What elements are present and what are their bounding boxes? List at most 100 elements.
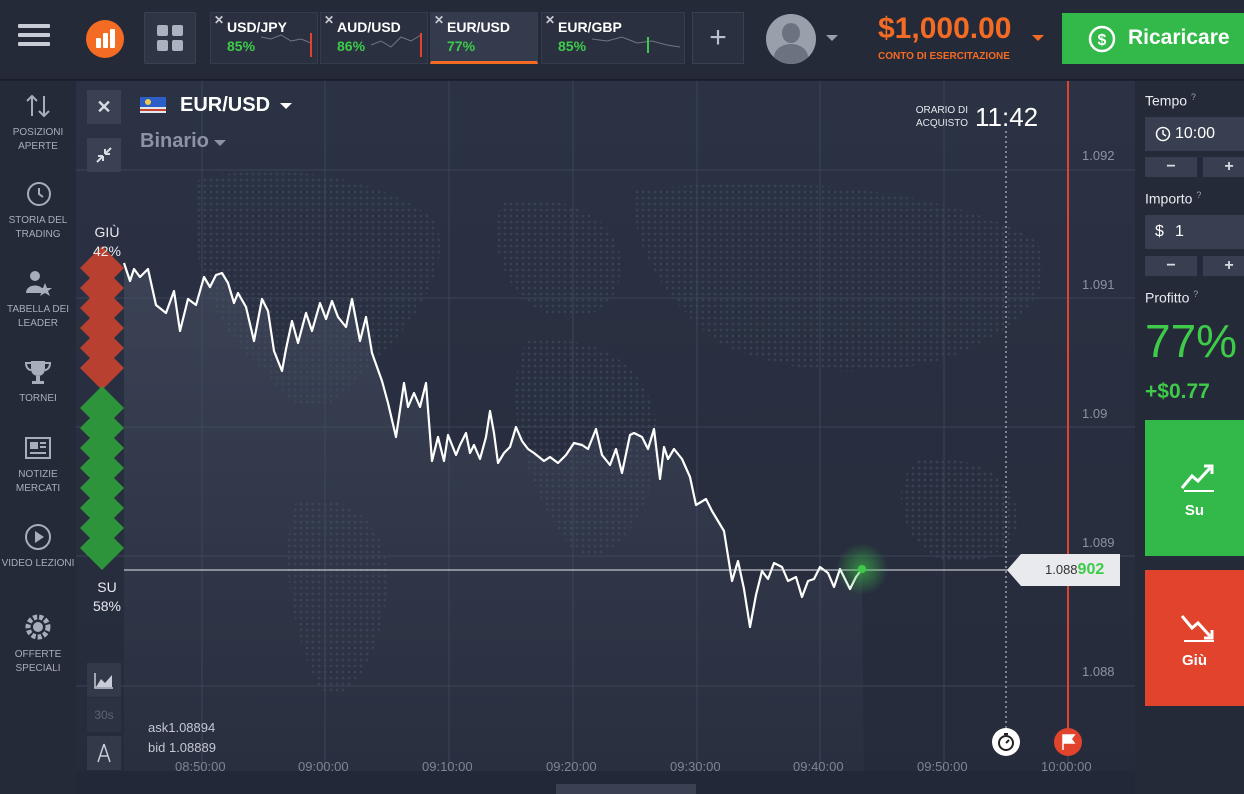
- timeframe-button[interactable]: 30s: [87, 698, 121, 732]
- collapse-icon[interactable]: [87, 138, 121, 172]
- drawing-tool-icon[interactable]: [87, 736, 121, 770]
- add-asset-button[interactable]: +: [692, 12, 744, 64]
- sentiment-up-label: SU: [97, 579, 117, 595]
- recharge-label: Ricaricare: [1128, 26, 1230, 49]
- profit-label: Profitto ?: [1145, 289, 1199, 306]
- currency-symbol: $: [1155, 223, 1164, 240]
- option-type-selector[interactable]: Binario: [140, 130, 209, 153]
- recharge-button[interactable]: $ Ricaricare: [1062, 13, 1244, 64]
- balance-amount[interactable]: $1,000.00: [878, 12, 1011, 46]
- amount-decrease-button[interactable]: −: [1145, 256, 1197, 276]
- sparkline-icon: [371, 33, 422, 57]
- expiry-label: ORARIO DI ACQUISTO: [915, 105, 968, 129]
- sentiment-up-pct: 58%: [92, 598, 122, 614]
- chart-area[interactable]: [76, 81, 1135, 794]
- grid-view-icon[interactable]: [144, 12, 196, 64]
- y-tick: 1.091: [1082, 277, 1115, 292]
- clock-icon: [1155, 126, 1171, 142]
- trend-down-icon: [1180, 615, 1214, 642]
- time-decrease-button[interactable]: −: [1145, 157, 1197, 177]
- close-chart-button[interactable]: ✕: [87, 90, 121, 124]
- x-tick: 09:20:00: [546, 759, 597, 774]
- x-tick: 09:00:00: [298, 759, 349, 774]
- y-tick: 1.09: [1082, 406, 1108, 421]
- finish-flag-icon: [1054, 728, 1082, 756]
- up-label: Su: [1184, 502, 1205, 519]
- expiry-time: 11:42: [975, 102, 1039, 132]
- sparkline-icon: [261, 33, 312, 57]
- y-tick: 1.088: [1082, 664, 1115, 679]
- price-suffix: 902: [1077, 561, 1105, 578]
- close-icon[interactable]: ✕: [545, 13, 555, 27]
- trophy-icon: [24, 361, 52, 384]
- account-type-label: CONTO DI ESERCITAZIONE: [878, 51, 1010, 62]
- put-down-button[interactable]: Giù: [1145, 570, 1244, 706]
- sidebar-item-label: TORNEI: [19, 393, 57, 404]
- chart-type-icon[interactable]: [87, 663, 121, 697]
- down-label: Giù: [1182, 652, 1207, 669]
- x-tick: 09:50:00: [917, 759, 968, 774]
- asset-tab-payout: 86%: [337, 38, 366, 54]
- close-icon[interactable]: ✕: [434, 13, 444, 27]
- sidebar-item-label: NOTIZIE MERCATI: [15, 469, 61, 494]
- sentiment-down-label: GIÙ: [94, 224, 120, 240]
- chevron-down-icon[interactable]: [826, 35, 838, 41]
- profit-value: +$0.77: [1145, 380, 1210, 403]
- asset-tab-audusd[interactable]: ✕ AUD/USD 86%: [320, 12, 428, 64]
- asset-name: EUR/USD: [180, 94, 271, 116]
- close-icon[interactable]: ✕: [324, 13, 334, 27]
- chevron-down-icon[interactable]: [214, 140, 226, 146]
- sparkline-icon: [592, 36, 681, 53]
- sidebar-item-label: OFFERTE SPECIALI: [14, 649, 62, 674]
- play-icon: [25, 524, 51, 550]
- history-icon: [27, 182, 51, 206]
- chevron-down-icon[interactable]: [1032, 35, 1044, 41]
- leader-icon: [26, 271, 52, 296]
- sidebar-item-leaderboard[interactable]: TABELLA DEI LEADER: [0, 269, 76, 331]
- arrows-updown-icon: [26, 94, 50, 118]
- sidebar-item-open-positions[interactable]: POSIZIONI APERTE: [0, 92, 76, 154]
- sidebar-item-market-news[interactable]: NOTIZIE MERCATI: [0, 434, 76, 496]
- asset-selector[interactable]: EUR/USD: [140, 94, 270, 117]
- asset-tab-payout: 77%: [447, 38, 476, 54]
- x-tick: 09:10:00: [422, 759, 473, 774]
- sidebar-item-tournaments[interactable]: TORNEI: [0, 358, 76, 406]
- trend-up-icon: [1180, 464, 1214, 492]
- asset-tab-eurgbp[interactable]: ✕ EUR/GBP 85%: [541, 12, 685, 64]
- asset-tab-eurusd[interactable]: ✕ EUR/USD 77%: [430, 12, 538, 64]
- sidebar-item-trading-history[interactable]: STORIA DEL TRADING: [0, 180, 76, 242]
- current-price-tag: 1.088902: [1007, 554, 1120, 586]
- sidebar-item-video-lessons[interactable]: VIDEO LEZIONI: [0, 523, 76, 571]
- logo-icon: [86, 20, 124, 58]
- svg-text:$: $: [1098, 32, 1107, 49]
- price-prefix: 1.088: [1045, 562, 1078, 577]
- time-increase-button[interactable]: +: [1203, 157, 1244, 177]
- amount-field[interactable]: $ 1: [1145, 215, 1244, 249]
- hamburger-menu-icon[interactable]: [18, 24, 50, 52]
- sentiment-down: GIÙ 42%: [80, 223, 134, 261]
- x-tick: 09:30:00: [670, 759, 721, 774]
- sentiment-up: SU 58%: [80, 578, 134, 616]
- x-tick: 08:50:00: [175, 759, 226, 774]
- sidebar-item-label: TABELLA DEI LEADER: [6, 304, 70, 329]
- price-chart: [76, 81, 1135, 794]
- x-tick: 10:00:00: [1041, 759, 1092, 774]
- asset-tab-usdjpy[interactable]: ✕ USD/JPY 85%: [210, 12, 318, 64]
- asset-tab-payout: 85%: [558, 38, 587, 54]
- time-value: 10:00: [1175, 125, 1216, 142]
- sidebar-item-special-offers[interactable]: OFFERTE SPECIALI: [0, 612, 76, 676]
- y-tick: 1.092: [1082, 148, 1115, 163]
- sentiment-down-pct: 42%: [92, 243, 122, 259]
- avatar[interactable]: [766, 14, 816, 64]
- asset-tab-name: EUR/USD: [447, 19, 511, 35]
- time-label: Tempo ?: [1145, 92, 1196, 109]
- chevron-down-icon[interactable]: [280, 103, 292, 109]
- call-up-button[interactable]: Su: [1145, 420, 1244, 556]
- sidebar-item-label: VIDEO LEZIONI: [1, 558, 75, 569]
- gift-icon: [25, 614, 51, 640]
- amount-increase-button[interactable]: +: [1203, 256, 1244, 276]
- sidebar-item-label: STORIA DEL TRADING: [8, 215, 68, 240]
- close-icon[interactable]: ✕: [214, 13, 224, 27]
- bid-price: bid 1.08889: [148, 740, 216, 755]
- time-field[interactable]: 10:00: [1145, 117, 1244, 151]
